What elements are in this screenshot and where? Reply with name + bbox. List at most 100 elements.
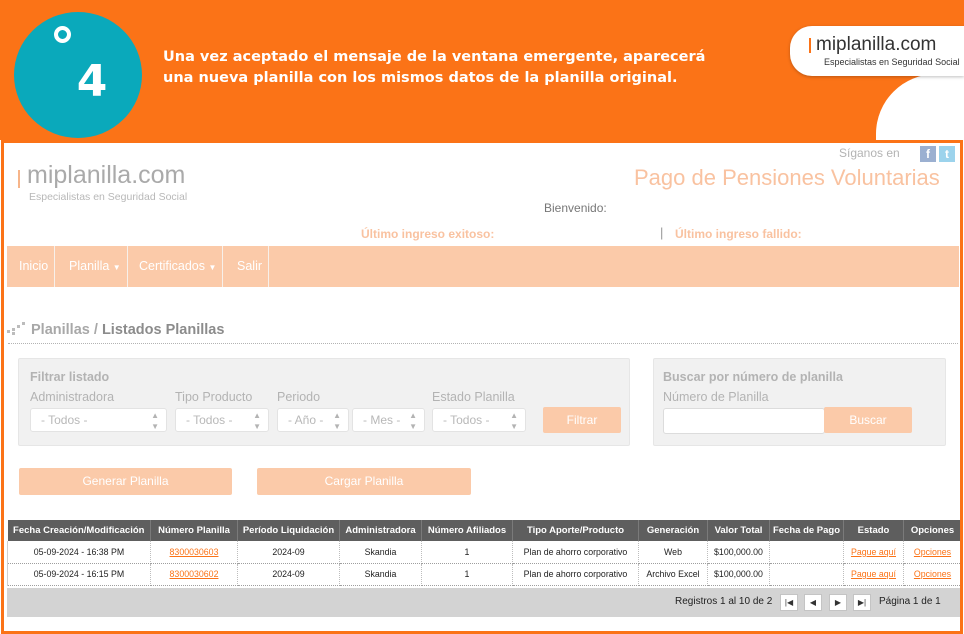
- app-screenshot: miplanilla.com Especialistas en Segurida…: [1, 140, 963, 634]
- table-cell: 1: [421, 541, 513, 564]
- administradora-select[interactable]: - Todos - ▲ ▼: [30, 408, 167, 432]
- table-cell: [769, 541, 844, 564]
- facebook-icon[interactable]: f: [920, 146, 936, 162]
- table-cell: $100,000.00: [707, 563, 770, 586]
- opciones-link[interactable]: Opciones: [914, 547, 951, 557]
- opciones-link[interactable]: Opciones: [914, 569, 951, 579]
- welcome-label: Bienvenido:: [544, 201, 607, 215]
- periodo-label: Periodo: [277, 390, 321, 404]
- planilla-number-link[interactable]: 8300030603: [170, 547, 219, 557]
- step-badge: 4: [14, 12, 142, 138]
- year-select[interactable]: - Año - ▲ ▼: [277, 408, 349, 432]
- step-number: 4: [76, 56, 108, 107]
- estado-planilla-label: Estado Planilla: [432, 390, 515, 404]
- select-arrows-icon: ▲ ▼: [409, 411, 417, 431]
- numero-planilla-input[interactable]: [663, 408, 825, 434]
- column-header[interactable]: Fecha Creación/Modificación: [7, 520, 151, 541]
- last-login-success: Último ingreso exitoso:: [361, 227, 495, 241]
- column-header[interactable]: Período Liquidación: [237, 520, 340, 541]
- planillas-table: Fecha Creación/Modificación Número Plani…: [7, 520, 960, 586]
- select-arrows-icon: ▲ ▼: [151, 411, 159, 431]
- column-header[interactable]: Número Planilla: [150, 520, 238, 541]
- main-navbar: Inicio Planilla ▼ Certificados ▼ Salir: [7, 246, 959, 287]
- step-ring-icon: [54, 26, 71, 43]
- site-logo-title: miplanilla.com: [27, 161, 186, 189]
- header-separator: |: [660, 225, 664, 240]
- breadcrumb-root[interactable]: Planillas: [31, 322, 90, 338]
- table-cell: $100,000.00: [707, 541, 770, 564]
- last-page-icon[interactable]: ▶|: [853, 594, 871, 611]
- page-title: Pago de Pensiones Voluntarias: [634, 165, 940, 190]
- tipo-producto-select[interactable]: - Todos - ▲ ▼: [175, 408, 269, 432]
- breadcrumb-separator: /: [93, 322, 98, 338]
- table-cell: 8300030603: [150, 541, 238, 564]
- site-logo-subtitle: Especialistas en Seguridad Social: [29, 191, 188, 203]
- nav-item-salir[interactable]: Salir: [231, 246, 270, 287]
- column-header[interactable]: Número Afiliados: [421, 520, 513, 541]
- table-cell: 8300030602: [150, 563, 238, 586]
- search-panel: Buscar por número de planilla Número de …: [653, 358, 946, 446]
- instruction-banner: 4 Una vez aceptado el mensaje de la vent…: [0, 0, 964, 170]
- logo-bar: [18, 170, 20, 188]
- tipo-producto-label: Tipo Producto: [175, 390, 253, 404]
- first-page-icon[interactable]: |◀: [780, 594, 798, 611]
- banner-logo-subtitle: Especialistas en Seguridad Social: [824, 57, 960, 67]
- banner-logo-title: miplanilla.com: [808, 34, 937, 55]
- dots-icon: [7, 322, 25, 335]
- generar-planilla-button[interactable]: Generar Planilla: [19, 468, 232, 495]
- twitter-icon[interactable]: t: [939, 146, 955, 162]
- table-pager: Registros 1 al 10 de 2 |◀ ◀ ▶ ▶| Página …: [7, 588, 960, 617]
- planilla-number-link[interactable]: 8300030602: [170, 569, 219, 579]
- instruction-text: Una vez aceptado el mensaje de la ventan…: [163, 49, 706, 86]
- table-cell: Pague aquí: [843, 541, 904, 564]
- follow-us-label: Síganos en: [839, 146, 900, 160]
- table-cell: Plan de ahorro corporativo: [512, 563, 639, 586]
- table-cell: 05-09-2024 - 16:15 PM: [7, 563, 151, 586]
- page-indicator: Página 1 de 1: [879, 596, 941, 607]
- table-cell: 1: [421, 563, 513, 586]
- filter-panel: Filtrar listado Administradora Tipo Prod…: [18, 358, 630, 446]
- table-cell: Opciones: [903, 541, 960, 564]
- next-page-icon[interactable]: ▶: [829, 594, 847, 611]
- select-arrows-icon: ▲ ▼: [333, 411, 341, 431]
- pague-aqui-link[interactable]: Pague aquí: [851, 569, 896, 579]
- table-cell: 2024-09: [237, 541, 340, 564]
- chevron-down-icon: ▼: [112, 263, 121, 272]
- table-cell: 05-09-2024 - 16:38 PM: [7, 541, 151, 564]
- numero-planilla-label: Número de Planilla: [663, 390, 769, 404]
- table-cell: Skandia: [339, 541, 422, 564]
- pague-aqui-link[interactable]: Pague aquí: [851, 547, 896, 557]
- table-cell: 2024-09: [237, 563, 340, 586]
- administradora-label: Administradora: [30, 390, 115, 404]
- column-header[interactable]: Valor Total: [707, 520, 770, 541]
- divider: [8, 343, 958, 344]
- nav-item-inicio[interactable]: Inicio: [13, 246, 56, 287]
- table-cell: Pague aquí: [843, 563, 904, 586]
- prev-page-icon[interactable]: ◀: [804, 594, 822, 611]
- table-cell: [769, 563, 844, 586]
- table-cell: Web: [638, 541, 708, 564]
- column-header[interactable]: Fecha de Pago: [769, 520, 844, 541]
- last-login-failed: Último ingreso fallido:: [675, 227, 802, 241]
- filtrar-button[interactable]: Filtrar: [543, 407, 621, 433]
- column-header[interactable]: Generación: [638, 520, 708, 541]
- column-header[interactable]: Tipo Aporte/Producto: [512, 520, 639, 541]
- column-header[interactable]: Administradora: [339, 520, 422, 541]
- buscar-button[interactable]: Buscar: [824, 407, 912, 433]
- table-cell: Skandia: [339, 563, 422, 586]
- filter-title: Filtrar listado: [30, 370, 110, 384]
- estado-planilla-select[interactable]: - Todos - ▲ ▼: [432, 408, 526, 432]
- banner-logo: miplanilla.com Especialistas en Segurida…: [790, 26, 964, 76]
- cargar-planilla-button[interactable]: Cargar Planilla: [257, 468, 471, 495]
- month-select[interactable]: - Mes - ▲ ▼: [352, 408, 425, 432]
- column-header[interactable]: Estado: [843, 520, 904, 541]
- nav-item-certificados[interactable]: Certificados ▼: [133, 246, 224, 287]
- breadcrumb-current: Listados Planillas: [101, 322, 225, 338]
- table-row: 05-09-2024 - 16:38 PM 8300030603 2024-09…: [7, 541, 960, 564]
- records-count: Registros 1 al 10 de 2: [675, 596, 773, 607]
- select-arrows-icon: ▲ ▼: [253, 411, 261, 431]
- table-cell: Archivo Excel: [638, 563, 708, 586]
- nav-item-planilla[interactable]: Planilla ▼: [63, 246, 128, 287]
- table-cell: Opciones: [903, 563, 960, 586]
- column-header[interactable]: Opciones: [903, 520, 960, 541]
